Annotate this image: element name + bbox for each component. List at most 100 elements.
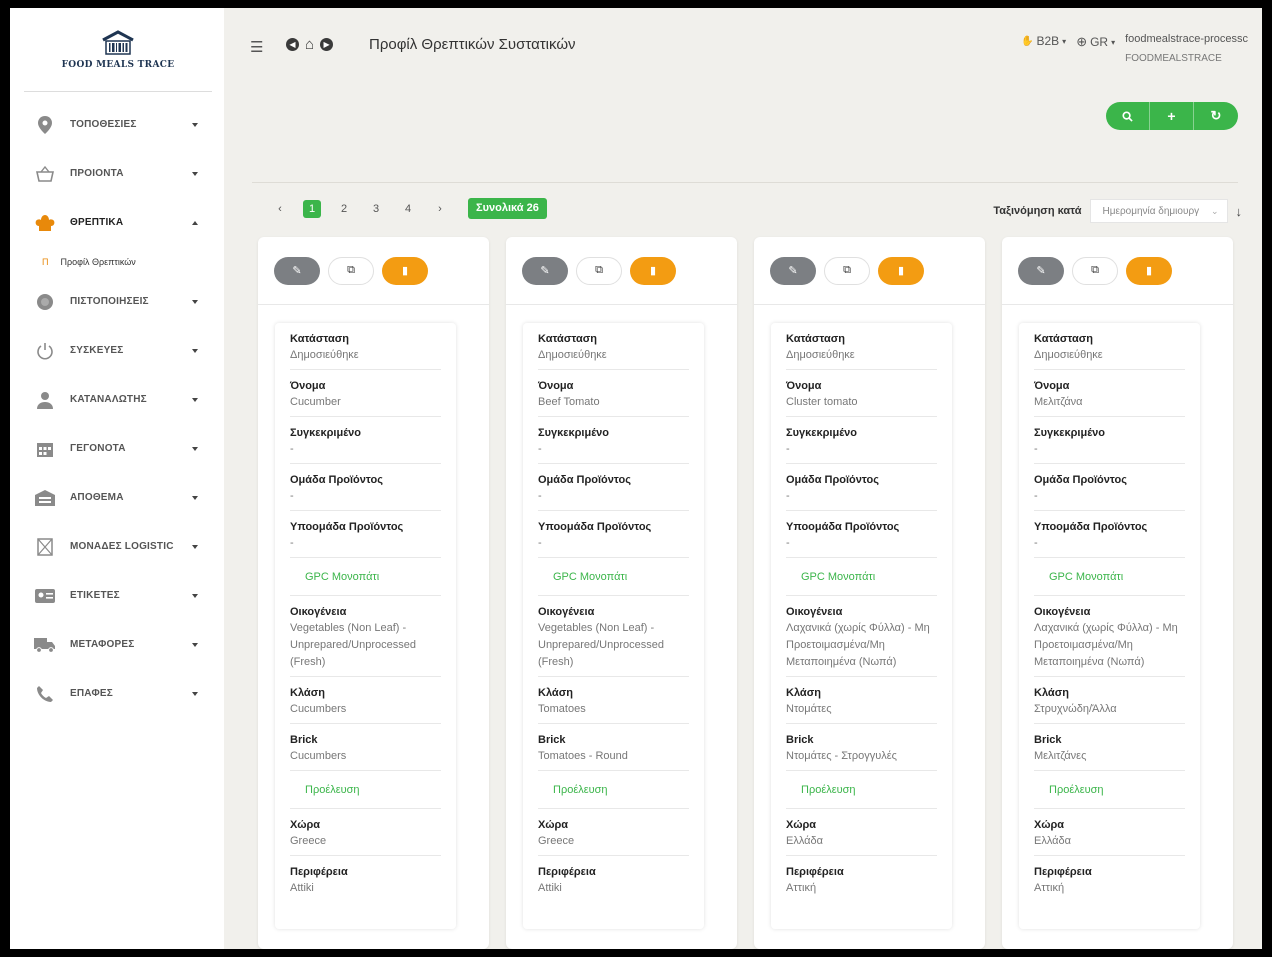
b2b-label: B2B xyxy=(1036,34,1060,48)
field-product-subgroup-label: Υποομάδα Προϊόντος xyxy=(1034,521,1148,533)
field-brick: Brick Tomatoes - Round xyxy=(538,724,689,771)
caret-down-icon xyxy=(192,691,198,696)
field-class: Κλάση Ντομάτες xyxy=(786,677,937,724)
next-page-button[interactable]: › xyxy=(424,203,456,215)
field-family: Οικογένεια Vegetables (Non Leaf) - Unprep… xyxy=(538,596,689,677)
pagination: ‹ 1 2 3 4 › Συνολικά 26 xyxy=(264,198,547,219)
topbar: ☰ ◀ ⌂ ▶ Προφίλ Θρεπτικών Συστατικών ✋ B2… xyxy=(224,8,1262,84)
sort-direction-icon[interactable]: ↓ xyxy=(1236,204,1243,219)
field-name-label: Όνομα xyxy=(290,380,326,392)
gpc-path-section[interactable]: GPC Μονοπάτι xyxy=(786,558,937,596)
box-icon xyxy=(34,536,56,558)
nutrition-card: ✎ ⧉ ▮ Κατάσταση Δημοσιεύθηκε Όνομα Cluster tom… xyxy=(754,237,985,949)
menu-toggle-icon[interactable]: ☰ xyxy=(250,38,263,56)
origin-section[interactable]: Προέλευση xyxy=(538,771,689,809)
copy-button[interactable]: ⧉ xyxy=(328,256,374,285)
language-dropdown[interactable]: ⊕ GR ▾ xyxy=(1076,34,1115,50)
origin-section[interactable]: Προέλευση xyxy=(290,771,441,809)
field-product-subgroup: Υποομάδα Προϊόντος - xyxy=(1034,511,1185,558)
copy-button[interactable]: ⧉ xyxy=(1072,256,1118,285)
globe-icon: ⊕ xyxy=(1076,34,1088,49)
sidebar-item-1[interactable]: ΠΡΟΙΟΝΤΑ xyxy=(10,149,224,198)
sidebar-item-0[interactable]: ΤΟΠΟΘΕΣΙΕΣ xyxy=(10,100,224,149)
sidebar-item-9[interactable]: ΕΤΙΚΕΤΕΣ xyxy=(10,571,224,620)
card-actions: ✎ ⧉ ▮ xyxy=(506,237,737,305)
logo[interactable]: FOOD MEALS TRACE xyxy=(24,8,212,92)
sidebar-item-3[interactable]: ΠΙΣΤΟΠΟΙΗΣΕΙΣ xyxy=(10,277,224,326)
gpc-path-section[interactable]: GPC Μονοπάτι xyxy=(538,558,689,596)
user-menu[interactable]: foodmealstrace-processc FOODMEALSTRACE xyxy=(1125,30,1248,68)
gpc-path-section[interactable]: GPC Μονοπάτι xyxy=(1034,558,1185,596)
back-icon[interactable]: ◀ xyxy=(286,38,299,51)
edit-button[interactable]: ✎ xyxy=(274,256,320,285)
field-brick-label: Brick xyxy=(1034,734,1062,746)
nutrition-card: ✎ ⧉ ▮ Κατάσταση Δημοσιεύθηκε Όνομα Cucumber Συγ… xyxy=(258,237,489,949)
field-class-label: Κλάση xyxy=(290,687,325,699)
sidebar-subitem-nutrition-profile[interactable]: Π Προφίλ Θρεπτικών xyxy=(10,247,224,277)
sidebar-item-label: ΘΡΕΠΤΙΚΑ xyxy=(70,217,124,228)
field-status-value: Δημοσιεύθηκε xyxy=(1034,349,1103,361)
field-product-group-value: - xyxy=(786,490,790,502)
search-button[interactable] xyxy=(1106,102,1150,130)
field-family: Οικογένεια Λαχανικά (χωρίς Φύλλα) - Μη Πρ… xyxy=(1034,596,1185,677)
caret-down-icon xyxy=(192,171,198,176)
origin-section[interactable]: Προέλευση xyxy=(1034,771,1185,809)
field-region: Περιφέρεια Attiki xyxy=(538,856,689,902)
chef-hat-icon xyxy=(34,212,56,234)
field-status: Κατάσταση Δημοσιεύθηκε xyxy=(290,323,441,370)
sidebar-item-label: ΕΠΑΦΕΣ xyxy=(70,688,113,699)
field-class-value: Cucumbers xyxy=(290,703,347,715)
sidebar-item-10[interactable]: ΜΕΤΑΦΟΡΕΣ xyxy=(10,620,224,669)
nutrition-card: ✎ ⧉ ▮ Κατάσταση Δημοσιεύθηκε Όνομα Beef Tomato… xyxy=(506,237,737,949)
field-country-label: Χώρα xyxy=(1034,819,1065,831)
home-icon[interactable]: ⌂ xyxy=(305,37,314,52)
field-name-label: Όνομα xyxy=(538,380,574,392)
sidebar-item-4[interactable]: ΣΥΣΚΕΥΕΣ xyxy=(10,326,224,375)
forward-icon[interactable]: ▶ xyxy=(320,38,334,51)
sidebar-item-8[interactable]: ΜΟΝΑΔΕΣ LOGISTIC xyxy=(10,522,224,571)
calendar-icon xyxy=(34,438,56,460)
sidebar-item-11[interactable]: ΕΠΑΦΕΣ xyxy=(10,669,224,718)
edit-button[interactable]: ✎ xyxy=(770,256,816,285)
field-family-value: Vegetables (Non Leaf) - Unprepared/Unpro… xyxy=(290,622,416,668)
field-status: Κατάσταση Δημοσιεύθηκε xyxy=(538,323,689,370)
handshake-icon: ✋ xyxy=(1021,35,1034,47)
field-country-label: Χώρα xyxy=(786,819,817,831)
gpc-path-section[interactable]: GPC Μονοπάτι xyxy=(290,558,441,596)
sidebar-item-7[interactable]: ΑΠΟΘΕΜΑ xyxy=(10,473,224,522)
origin-section[interactable]: Προέλευση xyxy=(786,771,937,809)
page-3-button[interactable]: 3 xyxy=(360,203,392,215)
sidebar-item-2[interactable]: ΘΡΕΠΤΙΚΑ xyxy=(10,198,224,247)
field-product-subgroup: Υποομάδα Προϊόντος - xyxy=(786,511,937,558)
trash-icon: ▮ xyxy=(649,265,657,277)
field-status: Κατάσταση Δημοσιεύθηκε xyxy=(1034,323,1185,370)
page-2-button[interactable]: 2 xyxy=(328,203,360,215)
add-button[interactable]: + xyxy=(1150,102,1194,130)
field-region-value: Αττική xyxy=(786,882,817,894)
edit-button[interactable]: ✎ xyxy=(1018,256,1064,285)
page-1-button[interactable]: 1 xyxy=(303,199,321,218)
delete-button[interactable]: ▮ xyxy=(382,256,428,285)
b2b-dropdown[interactable]: ✋ B2B ▾ xyxy=(1021,34,1066,48)
prev-page-button[interactable]: ‹ xyxy=(264,203,296,215)
delete-button[interactable]: ▮ xyxy=(878,256,924,285)
sidebar-item-label: ΤΟΠΟΘΕΣΙΕΣ xyxy=(70,119,137,130)
page-4-button[interactable]: 4 xyxy=(392,203,424,215)
refresh-button[interactable]: ↻ xyxy=(1194,102,1238,130)
sidebar-item-6[interactable]: ΓΕΓΟΝΟΤΑ xyxy=(10,424,224,473)
field-status-value: Δημοσιεύθηκε xyxy=(290,349,359,361)
field-family: Οικογένεια Vegetables (Non Leaf) - Unprep… xyxy=(290,596,441,677)
trash-icon: ▮ xyxy=(897,265,905,277)
basket-icon xyxy=(34,163,56,185)
sidebar-item-5[interactable]: ΚΑΤΑΝΑΛΩΤΗΣ xyxy=(10,375,224,424)
sort-select[interactable]: Ημερομηνία δημιουργ ⌄ xyxy=(1089,199,1228,223)
field-region: Περιφέρεια Attiki xyxy=(290,856,441,902)
delete-button[interactable]: ▮ xyxy=(630,256,676,285)
sidebar-nav: ΤΟΠΟΘΕΣΙΕΣ ΠΡΟΙΟΝΤΑ ΘΡΕΠΤΙΚΑ Π Προφίλ Θρεπτι… xyxy=(10,92,224,718)
copy-button[interactable]: ⧉ xyxy=(576,256,622,285)
sort-value: Ημερομηνία δημιουργ xyxy=(1102,205,1200,217)
edit-button[interactable]: ✎ xyxy=(522,256,568,285)
field-name-value: Cluster tomato xyxy=(786,396,858,408)
copy-button[interactable]: ⧉ xyxy=(824,256,870,285)
delete-button[interactable]: ▮ xyxy=(1126,256,1172,285)
